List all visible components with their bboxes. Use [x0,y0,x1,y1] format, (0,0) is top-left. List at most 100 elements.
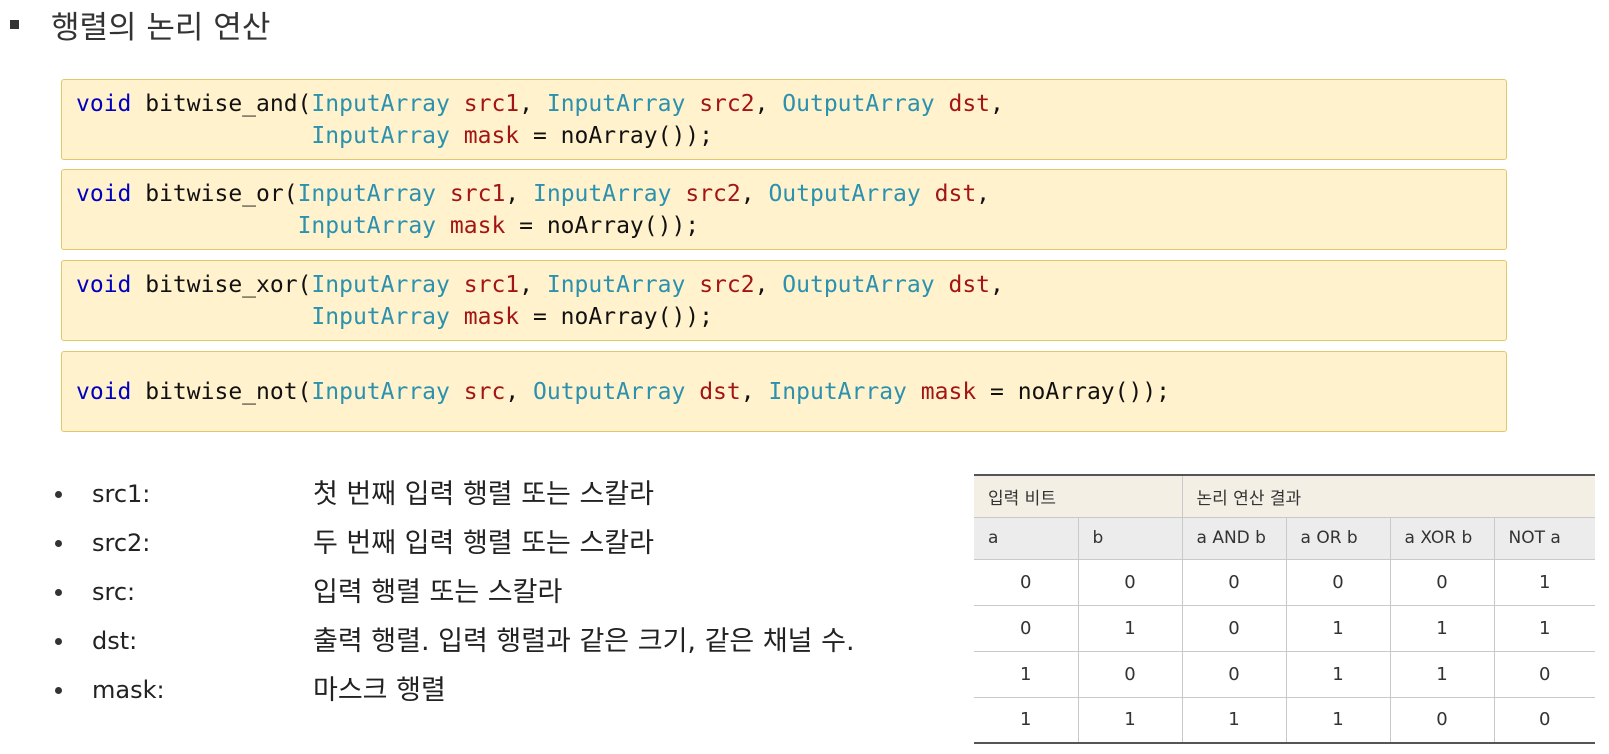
table-cell: 0 [1077,558,1183,606]
code-text: = noArray()); [519,304,714,330]
param-description: 입력 행렬 또는 스칼라 [313,577,563,608]
group-header-logic-results: 논리 연산 결과 [1181,474,1596,518]
code-type: InputArray [311,123,450,149]
code-type: OutputArray [782,272,935,298]
bullet-icon [55,589,62,596]
table-cell: 0 [1389,696,1495,744]
param-name: dst: [92,627,138,655]
code-type: InputArray [311,91,450,117]
table-cell: 0 [974,558,1079,606]
code-param: src2 [685,181,741,207]
code-text: , [754,91,783,117]
table-cell: 0 [1389,558,1495,606]
code-param: src2 [699,91,755,117]
code-type: OutputArray [533,379,686,405]
code-param: src2 [699,272,755,298]
code-text: = noArray()); [976,379,1171,405]
param-description: 마스크 행렬 [313,675,446,706]
code-type: InputArray [533,181,672,207]
table-cell: 0 [1493,696,1596,744]
column-header: a XOR b [1389,516,1495,560]
code-text: bitwise_and( [131,91,312,117]
bullet-icon [55,540,62,547]
code-line: void bitwise_and(InputArray src1, InputA… [76,88,1004,120]
table-cell: 1 [974,696,1079,744]
code-keyword: void [76,272,132,298]
code-type: InputArray [768,379,907,405]
column-header: NOT a [1493,516,1596,560]
code-text: , [990,91,1004,117]
code-text: , [519,91,547,117]
table-cell: 0 [1285,558,1391,606]
code-line: InputArray mask = noArray()); [76,301,713,333]
table-row: 0 1 0 1 1 1 [974,604,1596,652]
code-param: dst [948,272,991,298]
table-cell: 1 [1389,650,1495,698]
table-cell: 1 [1077,696,1183,744]
code-param: mask [463,304,520,330]
table-cell: 1 [1285,696,1391,744]
slide-title: 행렬의 논리 연산 [51,9,271,46]
table-row: 1 0 0 1 1 0 [974,650,1596,698]
code-text: , [754,272,783,298]
table-cell: 1 [1389,604,1495,652]
code-param: dst [934,181,977,207]
bullet-icon [55,687,62,694]
bullet-icon [55,638,62,645]
slide-title-row: 행렬의 논리 연산 [10,2,270,46]
table-column-header-row: a b a AND b a OR b a XOR b NOT a [974,516,1596,560]
param-description: 두 번째 입력 행렬 또는 스칼라 [313,528,654,559]
code-type: InputArray [311,379,450,405]
table-row: 1 1 1 1 0 0 [974,696,1596,744]
code-param: src1 [449,181,506,207]
code-text: , [505,379,533,405]
table-cell: 0 [1493,650,1596,698]
code-line: InputArray mask = noArray()); [76,120,713,152]
code-text: , [519,272,547,298]
code-type: InputArray [311,304,450,330]
table-cell: 1 [1181,696,1287,744]
table-cell: 0 [1181,650,1287,698]
table-cell: 1 [1285,650,1391,698]
code-type: InputArray [297,213,437,239]
code-text: bitwise_xor( [131,272,312,298]
code-keyword: void [76,91,132,117]
code-type: InputArray [546,91,686,117]
code-text: bitwise_not( [131,379,312,405]
table-cell: 1 [1077,604,1183,652]
code-param: mask [920,379,977,405]
code-param: src1 [463,272,520,298]
square-bullet-icon [10,19,19,29]
bullet-icon [55,491,62,498]
param-name: mask: [92,676,165,704]
code-text: , [990,272,1004,298]
column-header: a [974,516,1079,560]
table-group-header-row: 입력 비트 논리 연산 결과 [974,474,1596,518]
column-header: a AND b [1181,516,1287,560]
code-param: dst [948,91,991,117]
code-type: InputArray [546,272,686,298]
table-cell: 1 [1285,604,1391,652]
code-type: InputArray [297,181,437,207]
code-text: bitwise_or( [131,181,298,207]
code-text: , [505,181,533,207]
code-keyword: void [76,181,132,207]
code-text: , [976,181,991,207]
code-type: OutputArray [782,91,935,117]
code-block-bitwise-xor: void bitwise_xor(InputArray src1, InputA… [61,260,1507,341]
code-type: InputArray [311,272,450,298]
code-line: void bitwise_not(InputArray src, OutputA… [76,376,1170,408]
param-description: 출력 행렬. 입력 행렬과 같은 크기, 같은 채널 수. [313,626,855,657]
